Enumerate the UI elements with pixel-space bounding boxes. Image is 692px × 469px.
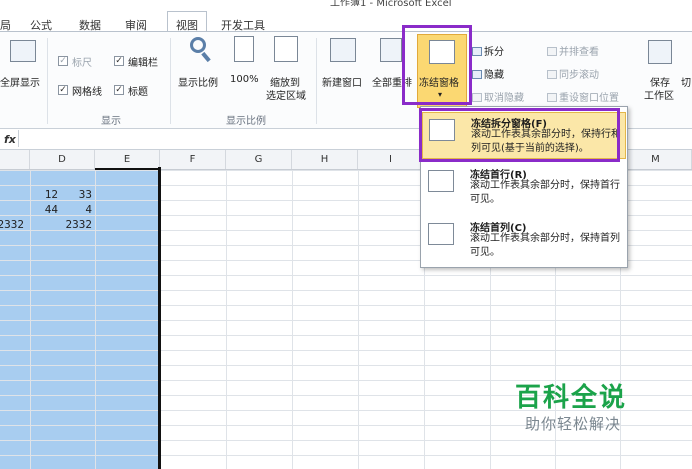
menu-item-freeze-top-row[interactable]: 冻结首行(R) 滚动工作表其余部分时，保持首行可见。 — [422, 164, 626, 212]
watermark-title: 百科全说 — [515, 383, 628, 413]
separator — [170, 38, 171, 124]
column-gridline — [95, 170, 96, 469]
row-gridline — [0, 290, 692, 291]
reset-position-button[interactable]: 重设窗口位置 — [547, 89, 619, 104]
column-header-c[interactable] — [0, 150, 30, 169]
row-gridline — [0, 365, 692, 366]
highlight-freeze-panes-item — [419, 108, 620, 162]
freeze-first-column-icon — [428, 223, 454, 245]
row-gridline — [0, 305, 692, 306]
column-header-m[interactable]: M — [620, 150, 692, 169]
column-header-i[interactable]: I — [358, 150, 424, 169]
menu-item-desc: 滚动工作表其余部分时，保持首列可见。 — [470, 233, 620, 258]
row-gridline — [0, 275, 692, 276]
save-workspace-icon — [648, 40, 672, 64]
zoom-selection-icon — [274, 36, 298, 62]
ribbon-tabs: 局 公式 数据 审阅 视图 开发工具 — [0, 6, 692, 33]
unhide-button[interactable]: 取消隐藏 — [472, 89, 524, 104]
side-by-side-button[interactable]: 并排查看 — [547, 43, 599, 58]
new-window-button[interactable]: 新建窗口 — [322, 74, 362, 89]
column-header-f[interactable]: F — [160, 150, 226, 169]
menu-item-desc: 滚动工作表其余部分时，保持首行可见。 — [470, 180, 620, 205]
column-gridline — [226, 170, 227, 469]
headings-label: 标题 — [128, 87, 148, 98]
row-gridline — [0, 320, 692, 321]
cell-d3[interactable]: 2332 — [0, 218, 24, 231]
zoom-100-button[interactable]: 100% — [230, 74, 259, 85]
highlight-freeze-panes — [402, 25, 472, 105]
split-button[interactable]: 拆分 — [472, 43, 504, 58]
unhide-icon — [472, 93, 482, 102]
new-window-icon — [330, 38, 356, 62]
group-label-show: 显示 — [101, 116, 121, 127]
gridlines-checkbox[interactable]: ✓ — [58, 85, 68, 95]
hide-button[interactable]: 隐藏 — [472, 66, 504, 81]
fx-icon[interactable]: fx — [4, 133, 16, 146]
zoom-selection-label: 选定区域 — [266, 91, 306, 102]
row-gridline — [0, 350, 692, 351]
switch-window-button[interactable]: 切 — [681, 74, 691, 89]
ruler-label: 标尺 — [72, 58, 92, 69]
group-label-zoom: 显示比例 — [226, 116, 266, 127]
formula-bar-checkbox[interactable]: ✓ — [114, 56, 124, 66]
menu-item-freeze-first-column[interactable]: 冻结首列(C) 滚动工作表其余部分时，保持首列可见。 — [422, 217, 626, 265]
row-gridline — [0, 440, 692, 441]
sync-scroll-button[interactable]: 同步滚动 — [547, 66, 599, 81]
cell-e1[interactable]: 33 — [34, 188, 92, 201]
sync-scroll-icon — [547, 70, 557, 79]
fullscreen-button[interactable]: 全屏显示 — [0, 74, 40, 89]
cell-e3[interactable]: 2332 — [34, 218, 93, 231]
headings-checkbox[interactable]: ✓ — [114, 85, 124, 95]
column-gridline — [292, 170, 293, 469]
ruler-checkbox[interactable]: ✓ — [58, 56, 68, 66]
row-gridline — [0, 335, 692, 336]
hide-icon — [472, 70, 482, 79]
watermark-subtitle: 助你轻松解决 — [525, 415, 622, 433]
freeze-line-top — [95, 168, 160, 170]
column-header-g[interactable]: G — [226, 150, 292, 169]
freeze-line-vertical — [158, 167, 161, 469]
zoom-button[interactable]: 显示比例 — [178, 74, 218, 89]
freeze-top-row-icon — [428, 170, 454, 192]
column-header-e[interactable]: E — [95, 150, 160, 169]
fullscreen-icon — [10, 40, 36, 62]
side-by-side-icon — [547, 47, 557, 56]
magnifier-icon — [190, 37, 206, 53]
column-header-d[interactable]: D — [30, 150, 95, 169]
gridlines-label: 网格线 — [72, 87, 102, 98]
split-icon — [472, 47, 482, 56]
save-workspace-label: 工作区 — [644, 91, 674, 102]
column-gridline — [358, 170, 359, 469]
arrange-all-icon — [380, 38, 402, 62]
formula-bar-label: 编辑栏 — [128, 58, 158, 69]
separator — [47, 38, 48, 124]
separator — [316, 38, 317, 124]
row-gridline — [0, 455, 692, 456]
reset-position-icon — [547, 93, 557, 102]
magnifier-handle — [201, 51, 211, 63]
zoom-100-icon — [234, 36, 254, 62]
cell-e2[interactable]: 4 — [34, 203, 92, 216]
column-header-h[interactable]: H — [292, 150, 358, 169]
